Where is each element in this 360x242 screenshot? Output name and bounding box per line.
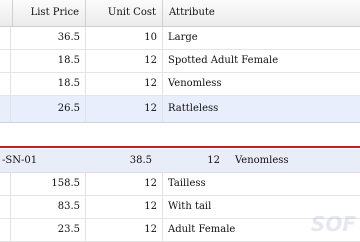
table-row[interactable]: 158.5 12 Tailless: [0, 173, 360, 196]
table-row-selected[interactable]: 26.5 12 Rattleless: [0, 96, 360, 123]
watermark: SOF: [310, 212, 356, 236]
item-id: -SN-01: [2, 155, 38, 166]
unit-cost-cell: 12: [86, 196, 163, 218]
unit-cost-cell: 12: [86, 50, 163, 72]
attribute-cell: Venomless: [168, 78, 222, 89]
list-price-cell: 18.5: [9, 50, 86, 72]
list-price-cell: 158.5: [9, 173, 86, 195]
table-row[interactable]: 23.5 12 Adult Female: [0, 219, 360, 242]
unit-cost-cell: 12: [86, 173, 163, 195]
unit-cost-cell: 12: [86, 73, 163, 95]
list-price-cell: 18.5: [9, 73, 86, 95]
column-header-unit-cost[interactable]: Unit Cost: [86, 0, 163, 26]
attribute-cell: Venomless: [235, 155, 289, 166]
column-header-list-price[interactable]: List Price: [9, 0, 86, 26]
attribute-cell: Tailless: [168, 178, 206, 189]
attribute-cell: Rattleless: [168, 103, 219, 114]
unit-cost-cell: 12: [86, 96, 163, 122]
list-price-cell: 38.5: [129, 155, 152, 166]
list-price-cell: 23.5: [9, 219, 86, 241]
table-row[interactable]: 18.5 12 Spotted Adult Female: [0, 50, 360, 73]
attribute-cell: Spotted Adult Female: [168, 55, 279, 66]
list-price-cell: 26.5: [9, 96, 86, 122]
table-row[interactable]: 83.5 12 With tail: [0, 196, 360, 219]
expanded-row[interactable]: -SN-01 38.5 12 Venomless: [0, 149, 360, 173]
unit-cost-cell: 12: [207, 155, 220, 166]
row-divider: [0, 146, 360, 148]
table-row[interactable]: 36.5 10 Large: [0, 27, 360, 50]
unit-cost-cell: 12: [86, 219, 163, 241]
column-header-attribute[interactable]: Attribute: [163, 0, 360, 26]
table-row[interactable]: 18.5 12 Venomless: [0, 73, 360, 96]
list-price-cell: 36.5: [9, 27, 86, 49]
grid-header: List Price Unit Cost Attribute: [0, 0, 360, 27]
unit-cost-cell: 10: [86, 27, 163, 49]
attribute-cell: Large: [168, 32, 198, 43]
list-price-cell: 83.5: [9, 196, 86, 218]
